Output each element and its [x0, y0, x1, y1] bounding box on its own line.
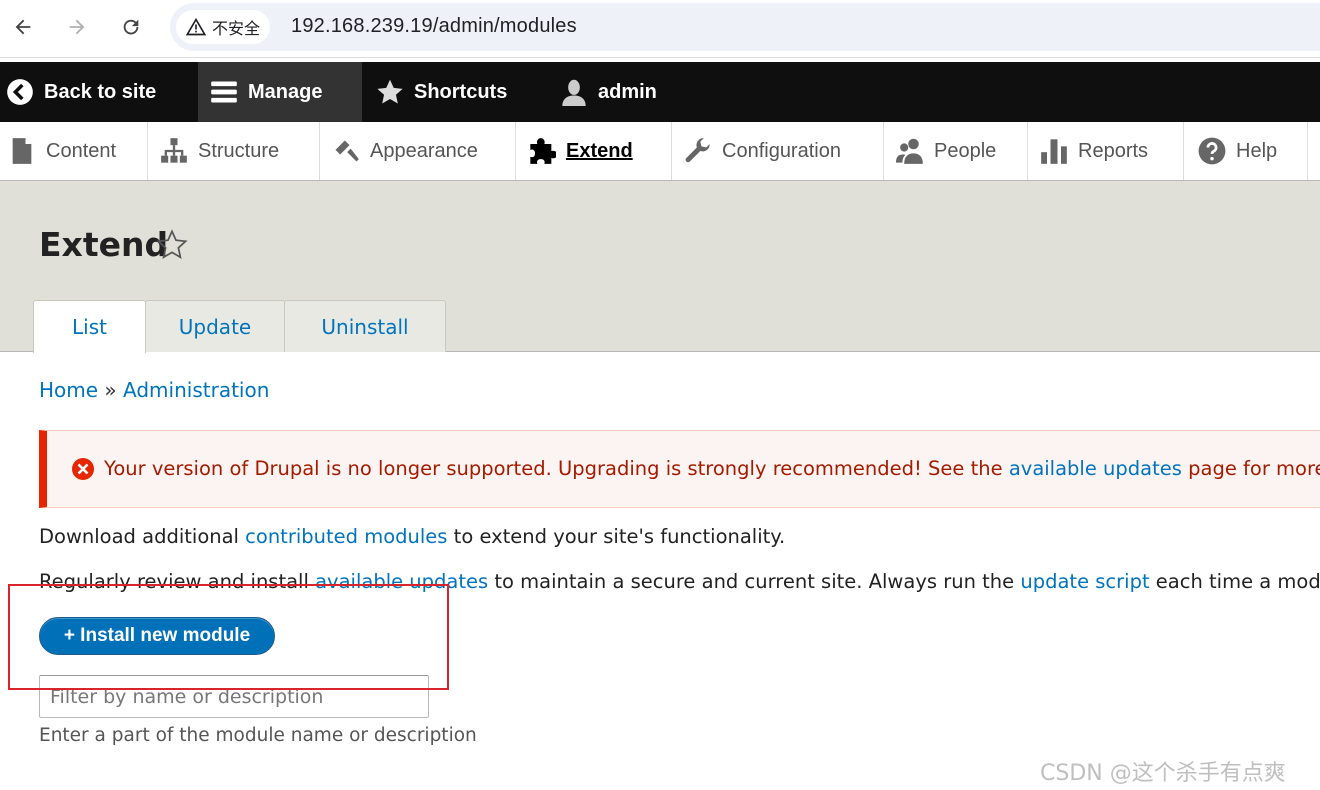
breadcrumb-admin-link[interactable]: Administration	[123, 378, 269, 402]
chevron-left-circle-icon	[7, 79, 33, 105]
menu-item-label: Appearance	[370, 139, 478, 162]
menu-item-configuration[interactable]: Configuration	[672, 122, 884, 180]
menu-item-label: Reports	[1078, 139, 1149, 162]
menu-item-help[interactable]: Help	[1184, 122, 1308, 180]
page-header: Extend List Update Uninstall	[0, 181, 1320, 353]
file-icon	[12, 138, 32, 164]
local-tasks: List Update Uninstall	[33, 300, 446, 353]
tab-update[interactable]: Update	[145, 300, 285, 352]
menu-item-extend[interactable]: Extend	[516, 122, 672, 180]
para1-text-end: to extend your site's functionality.	[447, 525, 786, 548]
menu-item-label: Help	[1236, 139, 1278, 162]
bar-chart-icon	[1041, 139, 1067, 164]
intro-paragraph: Download additional contributed modules …	[39, 525, 785, 548]
available-updates-link[interactable]: available updates	[1009, 457, 1182, 480]
watermark: CSDN @这个杀手有点爽	[1040, 761, 1286, 786]
warning-icon	[186, 17, 206, 36]
menu-item-label: Extend	[566, 139, 633, 162]
contributed-modules-link[interactable]: contributed modules	[245, 525, 447, 548]
page-title: Extend	[39, 225, 169, 264]
shortcut-star-icon[interactable]	[156, 229, 188, 261]
back-to-site-link[interactable]: Back to site	[6, 62, 156, 122]
wrench-icon	[685, 138, 710, 163]
error-text-before: Your version of Drupal is no longer supp…	[104, 457, 1009, 480]
reload-icon	[123, 19, 139, 35]
security-label: 不安全	[212, 19, 261, 38]
menu-item-label: Configuration	[722, 139, 841, 162]
tab-uninstall[interactable]: Uninstall	[284, 300, 446, 352]
error-message: Your version of Drupal is no longer supp…	[39, 430, 1320, 508]
manage-label: Manage	[248, 80, 323, 103]
annotation-box	[8, 584, 449, 690]
menu-item-people[interactable]: People	[884, 122, 1028, 180]
sitemap-icon	[161, 138, 187, 163]
paintbrush-icon	[335, 140, 359, 162]
admin-toolbar: Back to site Manage Shortcuts admin	[0, 62, 1320, 122]
filter-description: Enter a part of the module name or descr…	[39, 725, 477, 746]
user-icon	[562, 79, 586, 106]
menu-item-reports[interactable]: Reports	[1028, 122, 1184, 180]
browser-forward-button[interactable]	[60, 10, 94, 44]
browser-back-button[interactable]	[6, 10, 40, 44]
breadcrumb-home-link[interactable]: Home	[39, 378, 98, 402]
menu-item-label: Structure	[198, 139, 280, 162]
error-icon	[72, 458, 94, 480]
menu-item-content[interactable]: Content	[0, 122, 148, 180]
para2-text-end: each time a module is	[1155, 570, 1320, 593]
tab-list[interactable]: List	[33, 300, 146, 353]
error-text-after: page for more inf	[1188, 457, 1320, 480]
hamburger-icon	[211, 81, 237, 103]
menu-item-structure[interactable]: Structure	[148, 122, 320, 180]
manage-tab[interactable]: Manage	[198, 62, 362, 122]
para2-text-middle: to maintain a secure and current site. A…	[488, 570, 1021, 593]
back-to-site-label: Back to site	[44, 80, 157, 103]
user-tab[interactable]: admin	[560, 62, 657, 122]
shortcuts-label: Shortcuts	[414, 80, 508, 103]
arrow-right-icon	[69, 19, 85, 35]
manage-menu: Content Structure Appearance Extend Conf…	[0, 122, 1320, 181]
security-chip[interactable]: 不安全	[176, 10, 271, 44]
para1-text: Download additional	[39, 525, 246, 548]
error-text: Your version of Drupal is no longer supp…	[104, 457, 1320, 480]
star-icon	[377, 79, 403, 104]
shortcuts-tab[interactable]: Shortcuts	[376, 62, 507, 122]
menu-item-label: People	[934, 139, 997, 162]
browser-chrome: 不安全 192.168.239.19/admin/modules	[0, 0, 1320, 58]
menu-item-appearance[interactable]: Appearance	[320, 122, 516, 180]
browser-reload-button[interactable]	[114, 10, 148, 44]
url-text: 192.168.239.19/admin/modules	[291, 15, 577, 37]
breadcrumb-separator: »	[104, 378, 117, 402]
breadcrumb: Home » Administration	[39, 378, 269, 402]
arrow-left-icon	[15, 19, 31, 35]
address-bar[interactable]: 不安全 192.168.239.19/admin/modules	[170, 3, 1320, 51]
help-icon	[1198, 137, 1226, 165]
menu-item-label: Content	[46, 139, 117, 162]
user-label: admin	[598, 80, 657, 103]
puzzle-icon	[530, 138, 556, 164]
update-script-link[interactable]: update script	[1020, 570, 1149, 593]
people-icon	[896, 138, 923, 164]
